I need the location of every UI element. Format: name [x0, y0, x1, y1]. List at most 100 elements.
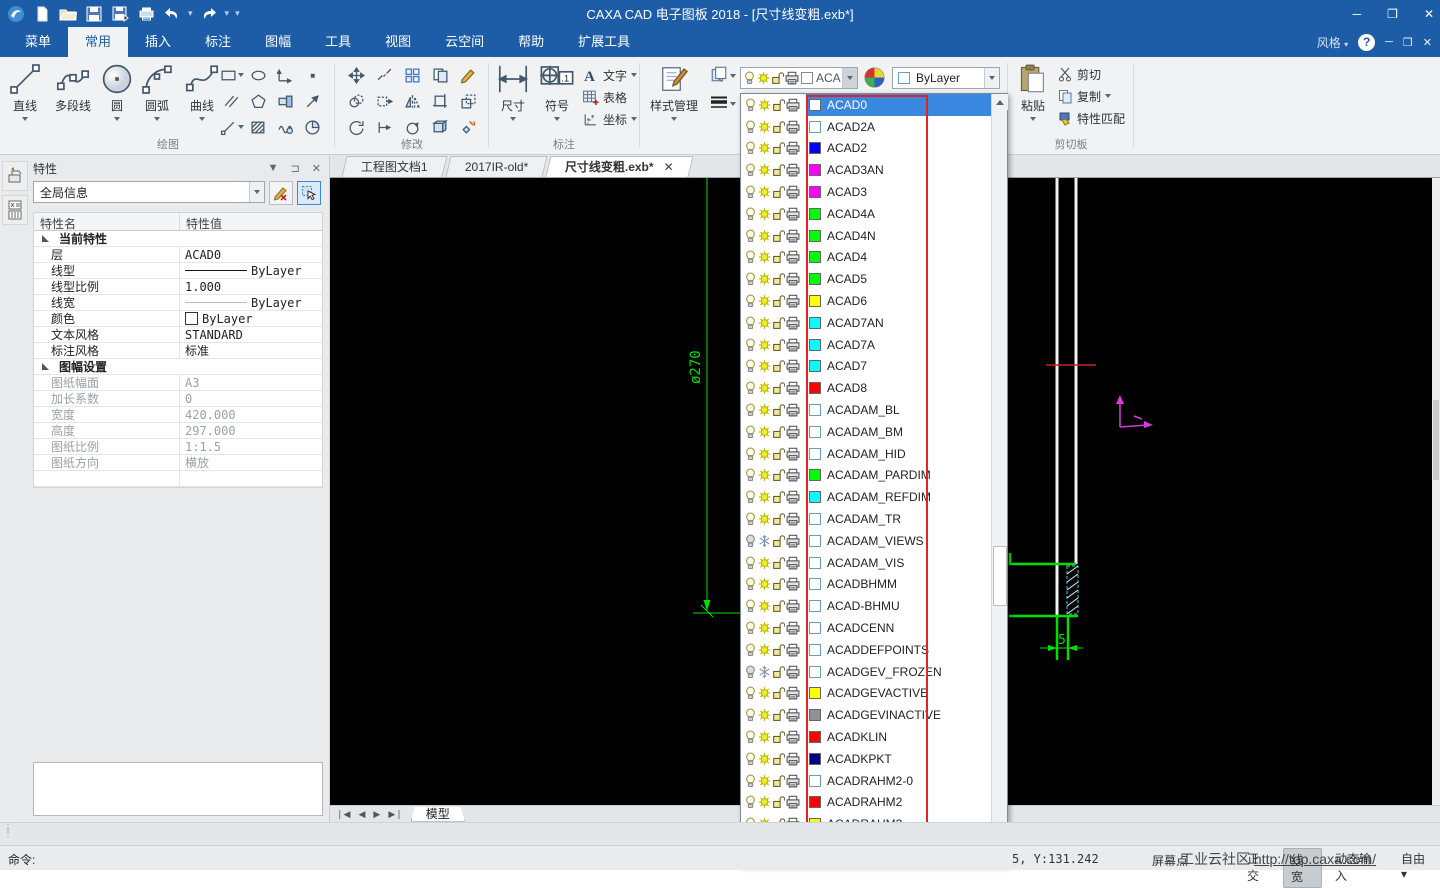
color-wheel-button[interactable]	[864, 67, 885, 91]
layer-state-icons[interactable]	[744, 556, 806, 570]
layer-state-icons[interactable]	[744, 120, 806, 134]
layer-state-icons[interactable]	[744, 141, 806, 155]
layer-row-ACAD4A[interactable]: ACAD4A	[741, 203, 991, 225]
menu-tab-插入[interactable]: 插入	[128, 27, 188, 57]
layer-row-ACADDEFPOINTS[interactable]: ACADDEFPOINTS	[741, 639, 991, 661]
last-sheet-button[interactable]: ▶❘	[388, 809, 402, 820]
status-toggle-自由[interactable]: 自由 ▾	[1394, 848, 1440, 888]
paste-menu-arrow[interactable]	[1030, 117, 1036, 121]
layer-row-ACAD2A[interactable]: ACAD2A	[741, 116, 991, 138]
property-value[interactable]: 1.000	[180, 280, 322, 294]
layer-row-ACADKPKT[interactable]: ACADKPKT	[741, 748, 991, 770]
layer-state-icons[interactable]	[744, 686, 806, 700]
property-value[interactable]: 标准	[180, 342, 322, 359]
layer-switch-button[interactable]	[710, 65, 736, 83]
property-value[interactable]: 297.000	[180, 424, 322, 438]
draw-menu-arrow[interactable]	[114, 117, 120, 121]
layer-row-ACAD3[interactable]: ACAD3	[741, 181, 991, 203]
menu-tab-常用[interactable]: 常用	[68, 27, 128, 57]
close-button[interactable]: ✕	[1424, 7, 1434, 21]
qat-customize-arrow[interactable]: ▾	[235, 8, 240, 19]
prev-sheet-button[interactable]: ◀	[358, 809, 365, 820]
layer-state-icons[interactable]	[744, 512, 806, 526]
draw-icon-parallel-line[interactable]	[218, 89, 245, 113]
layer-state-icons[interactable]	[744, 577, 806, 591]
property-row-宽度[interactable]: 宽度420.000	[34, 407, 322, 423]
menu-tab-菜单[interactable]: 菜单	[8, 27, 68, 57]
property-row-加长系数[interactable]: 加长系数0	[34, 391, 322, 407]
layer-state-icons[interactable]	[744, 163, 806, 177]
layer-state-icons[interactable]	[744, 207, 806, 221]
paste-button[interactable]: 粘贴	[1012, 61, 1054, 137]
draw-icon-polygon[interactable]	[245, 89, 272, 113]
redo-menu-arrow[interactable]: ▾	[225, 8, 230, 19]
layer-row-ACADAM_PARDIM[interactable]: ACADAM_PARDIM	[741, 465, 991, 487]
layer-state-icons[interactable]	[744, 294, 806, 308]
modify-icon-crop[interactable]	[427, 89, 454, 113]
property-value[interactable]: ACAD0	[180, 248, 322, 262]
annotate-button-符号[interactable]: .1符号	[536, 61, 578, 137]
layer-row-ACADAM_VIEWS[interactable]: ACADAM_VIEWS	[741, 530, 991, 552]
style-manage-button[interactable]: 样式管理	[644, 61, 704, 137]
layer-row-ACADAM_REFDIM[interactable]: ACADAM_REFDIM	[741, 486, 991, 508]
layer-row-ACAD7[interactable]: ACAD7	[741, 356, 991, 378]
layer-scrollbar-thumb[interactable]	[993, 546, 1007, 606]
canvas-vertical-scrollbar[interactable]	[1432, 178, 1440, 805]
annotate-button-文字[interactable]: A文字	[582, 64, 637, 86]
layer-row-ACADAM_VIS[interactable]: ACADAM_VIS	[741, 552, 991, 574]
property-row-图纸比例[interactable]: 图纸比例1:1.5	[34, 439, 322, 455]
next-sheet-button[interactable]: ▶	[373, 809, 380, 820]
open-file-button[interactable]	[56, 3, 80, 25]
undo-button[interactable]	[160, 3, 184, 25]
layer-row-ACAD4N[interactable]: ACAD4N	[741, 225, 991, 247]
document-tab-尺寸线变粗.exb*[interactable]: 尺寸线变粗.exb*✕	[545, 156, 693, 177]
document-tab-2017IR-old*[interactable]: 2017IR-old*	[445, 156, 548, 177]
draw-icon-rectangle[interactable]	[218, 63, 245, 87]
property-row-线型[interactable]: 线型ByLayer	[34, 263, 322, 279]
layer-row-ACADAM_TR[interactable]: ACADAM_TR	[741, 508, 991, 530]
restore-button[interactable]: ❐	[1387, 7, 1398, 21]
property-value[interactable]: 1:1.5	[180, 440, 322, 454]
layer-row-ACADCENN[interactable]: ACADCENN	[741, 617, 991, 639]
layer-row-ACAD4[interactable]: ACAD4	[741, 247, 991, 269]
draw-button-多段线[interactable]: 多段线	[46, 61, 100, 137]
command-history-box[interactable]	[33, 762, 323, 816]
modify-icon-array[interactable]	[399, 63, 426, 87]
pin-icon[interactable]: ⊐	[291, 162, 300, 175]
layer-state-icons[interactable]	[744, 447, 806, 461]
layer-row-ACADAM_BL[interactable]: ACADAM_BL	[741, 399, 991, 421]
draw-menu-arrow[interactable]	[22, 117, 28, 121]
copy-button[interactable]: 复制	[1058, 85, 1125, 107]
docked-panel-toggle-icon[interactable]	[2, 161, 28, 191]
draw-icon-arrow[interactable]	[299, 89, 326, 113]
document-tab-工程图文档1[interactable]: 工程图文档1	[341, 156, 447, 177]
layer-state-icons[interactable]	[744, 774, 806, 788]
menu-tab-帮助[interactable]: 帮助	[501, 27, 561, 57]
property-value[interactable]: ByLayer	[180, 264, 322, 278]
property-value[interactable]: ByLayer	[180, 312, 322, 326]
panel-close-icon[interactable]: ✕	[312, 162, 321, 175]
copy-menu-arrow[interactable]	[1105, 94, 1111, 98]
layer-state-icons[interactable]	[744, 534, 806, 548]
modify-icon-stretch[interactable]	[371, 89, 398, 113]
layer-row-ACADAM_BM[interactable]: ACADAM_BM	[741, 421, 991, 443]
dimension-text-270[interactable]: ø270	[688, 350, 704, 384]
property-value[interactable]: 0	[180, 392, 322, 406]
layer-row-ACADBHMM[interactable]: ACADBHMM	[741, 574, 991, 596]
layer-state-icons[interactable]	[744, 730, 806, 744]
layer-row-ACADAM_HID[interactable]: ACADAM_HID	[741, 443, 991, 465]
doc-minimize-button[interactable]: ─	[1385, 36, 1393, 48]
property-row-标注风格[interactable]: 标注风格标准	[34, 343, 322, 359]
library-panel-icon[interactable]	[2, 195, 28, 225]
layer-state-icons[interactable]	[744, 643, 806, 657]
layer-combo-dropdown-arrow[interactable]	[842, 68, 857, 88]
save-all-button[interactable]	[108, 3, 132, 25]
modify-icon-offset[interactable]	[343, 89, 370, 113]
redo-button[interactable]	[197, 3, 221, 25]
property-row-图纸方向[interactable]: 图纸方向横放	[34, 455, 322, 471]
layer-row-ACAD6[interactable]: ACAD6	[741, 290, 991, 312]
property-row-颜色[interactable]: 颜色ByLayer	[34, 311, 322, 327]
property-value[interactable]: A3	[180, 376, 322, 390]
layer-state-icons[interactable]	[744, 468, 806, 482]
draw-button-直线[interactable]: 直线	[4, 61, 46, 137]
